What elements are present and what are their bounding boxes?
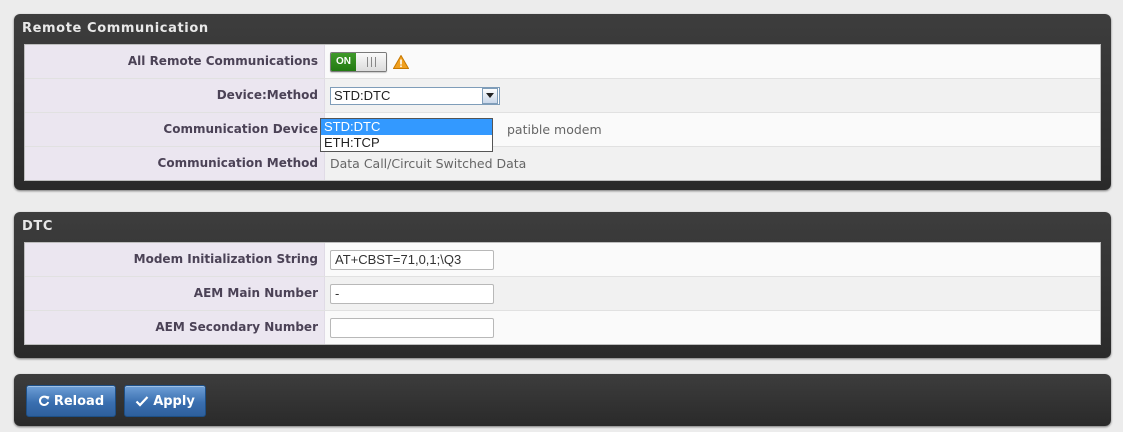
- panel-title: Remote Communication: [22, 21, 209, 36]
- dropdown-option-eth-tcp[interactable]: ETH:TCP: [321, 135, 492, 151]
- row-device-method: Device:Method STD:DTC: [25, 79, 1100, 113]
- row-aem-secondary-number: AEM Secondary Number: [25, 311, 1100, 344]
- chevron-down-icon[interactable]: [482, 87, 498, 104]
- field-label: All Remote Communications: [25, 45, 325, 78]
- apply-button[interactable]: Apply: [124, 385, 206, 417]
- field-label: AEM Main Number: [25, 277, 325, 310]
- apply-label: Apply: [153, 393, 195, 409]
- device-method-dropdown-list: STD:DTC ETH:TCP: [320, 118, 493, 152]
- panel-body: Modem Initialization String AT+CBST=71,0…: [24, 242, 1101, 345]
- communication-method-value: Data Call/Circuit Switched Data: [330, 156, 527, 171]
- device-method-select[interactable]: STD:DTC: [330, 86, 500, 105]
- dropdown-option-std-dtc[interactable]: STD:DTC: [321, 119, 492, 135]
- aem-secondary-number-input[interactable]: [330, 317, 494, 338]
- toggle-state: ON: [331, 52, 356, 71]
- row-modem-init-string: Modem Initialization String AT+CBST=71,0…: [25, 243, 1100, 277]
- remote-communications-toggle[interactable]: ON: [330, 51, 387, 72]
- dtc-panel: DTC Modem Initialization String AT+CBST=…: [14, 212, 1111, 358]
- refresh-icon: [38, 395, 50, 406]
- field-label: Communication Method: [25, 147, 325, 180]
- row-aem-main-number: AEM Main Number -: [25, 277, 1100, 311]
- panel-title: DTC: [22, 219, 53, 234]
- modem-init-string-input[interactable]: AT+CBST=71,0,1;\Q3: [330, 249, 494, 270]
- panel-body: All Remote Communications ON Device:Meth…: [24, 44, 1101, 181]
- field-label: Device:Method: [25, 79, 325, 112]
- field-label: AEM Secondary Number: [25, 311, 325, 344]
- field-label: Communication Device: [25, 113, 325, 146]
- reload-label: Reload: [53, 393, 105, 409]
- select-value: STD:DTC: [334, 88, 391, 103]
- remote-communication-panel: Remote Communication All Remote Communic…: [14, 14, 1111, 190]
- row-communication-device: Communication Device patible modem: [25, 113, 1100, 147]
- row-all-remote-communications: All Remote Communications ON: [25, 45, 1100, 79]
- aem-main-number-input[interactable]: -: [330, 283, 494, 304]
- reload-button[interactable]: Reload: [26, 385, 116, 417]
- row-communication-method: Communication Method Data Call/Circuit S…: [25, 147, 1100, 180]
- check-icon: [135, 396, 149, 407]
- toggle-grip: [356, 52, 386, 71]
- warning-icon: [393, 54, 409, 69]
- communication-device-value: patible modem: [507, 122, 602, 137]
- field-label: Modem Initialization String: [25, 243, 325, 276]
